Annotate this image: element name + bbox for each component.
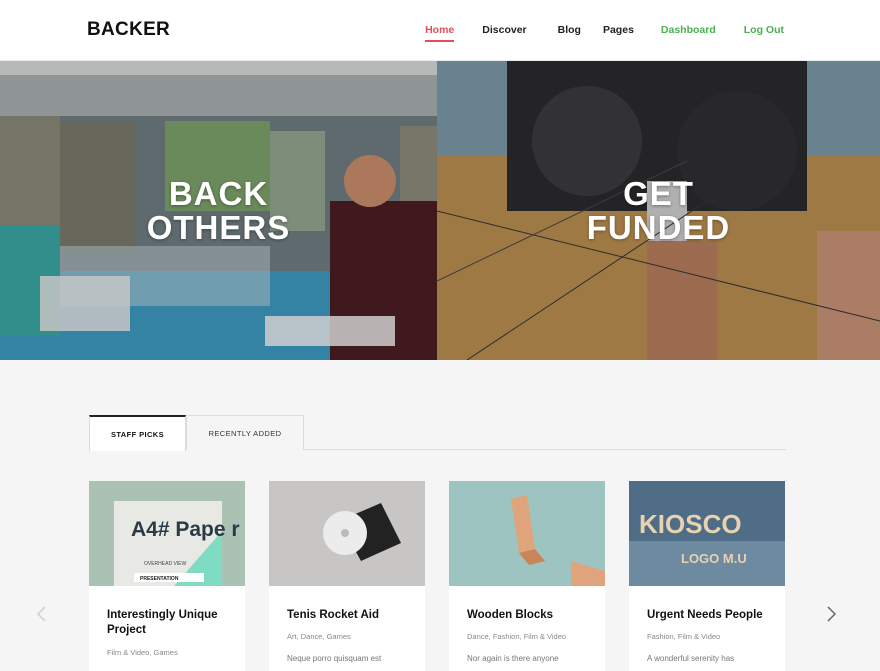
project-card[interactable]: A4# Pape r OVERHEAD VIEW PRESENTATION In…	[89, 481, 245, 671]
card-image: KIOSCO LOGO M.U	[629, 481, 785, 586]
svg-text:LOGO M.U: LOGO M.U	[681, 551, 747, 566]
carousel-next-arrow-icon[interactable]	[824, 604, 838, 624]
card-title[interactable]: Tenis Rocket Aid	[287, 608, 415, 623]
card-description: Neque porro quisquam est	[287, 654, 382, 663]
nav-pages[interactable]: Pages	[603, 24, 634, 42]
hero-section: BACK OTHERS GET FUNDED	[0, 61, 880, 360]
nav-dashboard[interactable]: Dashboard	[661, 24, 716, 42]
card-description: A wonderful serenity has	[647, 654, 735, 663]
card-categories: Film & Video, Games	[107, 648, 178, 657]
nav-discover[interactable]: Discover	[482, 24, 526, 42]
project-card[interactable]: Wooden Blocks Dance, Fashion, Film & Vid…	[449, 481, 605, 671]
main-nav: Home Discover Blog Pages Dashboard Log O…	[425, 24, 784, 42]
hero-right-line2: FUNDED	[586, 209, 731, 246]
card-image: A4# Pape r OVERHEAD VIEW PRESENTATION	[89, 481, 245, 586]
card-title[interactable]: Wooden Blocks	[467, 608, 595, 623]
card-categories: Dance, Fashion, Film & Video	[467, 632, 567, 641]
site-header: BACKER Home Discover Blog Pages Dashboar…	[0, 0, 880, 61]
card-image	[449, 481, 605, 586]
hero-back-others[interactable]: BACK OTHERS	[0, 61, 437, 360]
hero-left-line2: OTHERS	[146, 209, 291, 246]
nav-blog[interactable]: Blog	[558, 24, 581, 42]
tab-recently-added[interactable]: RECENTLY ADDED	[186, 415, 304, 450]
hero-left-line1: BACK	[168, 175, 269, 212]
card-image	[269, 481, 425, 586]
nav-logout[interactable]: Log Out	[744, 24, 784, 42]
svg-text:OVERHEAD VIEW: OVERHEAD VIEW	[144, 561, 187, 567]
tab-staff-picks[interactable]: STAFF PICKS	[89, 415, 186, 451]
svg-text:KIOSCO: KIOSCO	[639, 509, 742, 539]
project-tabs: STAFF PICKS RECENTLY ADDED	[89, 415, 786, 451]
hero-right-line1: GET	[623, 175, 694, 212]
nav-home[interactable]: Home	[425, 24, 455, 42]
hero-get-funded[interactable]: GET FUNDED	[437, 61, 880, 360]
card-title[interactable]: Urgent Needs People	[647, 608, 775, 623]
card-description: Nor again is there anyone	[467, 654, 559, 663]
project-card[interactable]: Tenis Rocket Aid Art, Dance, Games Neque…	[269, 481, 425, 671]
thumb-headline: A4# Pape r	[131, 518, 240, 541]
carousel-prev-arrow-icon[interactable]	[35, 604, 49, 624]
svg-text:PRESENTATION: PRESENTATION	[140, 576, 179, 582]
project-card[interactable]: KIOSCO LOGO M.U Urgent Needs People Fash…	[629, 481, 785, 671]
site-logo[interactable]: BACKER	[87, 19, 170, 41]
card-title[interactable]: Interestingly Unique Project	[107, 608, 235, 638]
card-categories: Art, Dance, Games	[287, 632, 351, 641]
card-categories: Fashion, Film & Video	[647, 632, 721, 641]
